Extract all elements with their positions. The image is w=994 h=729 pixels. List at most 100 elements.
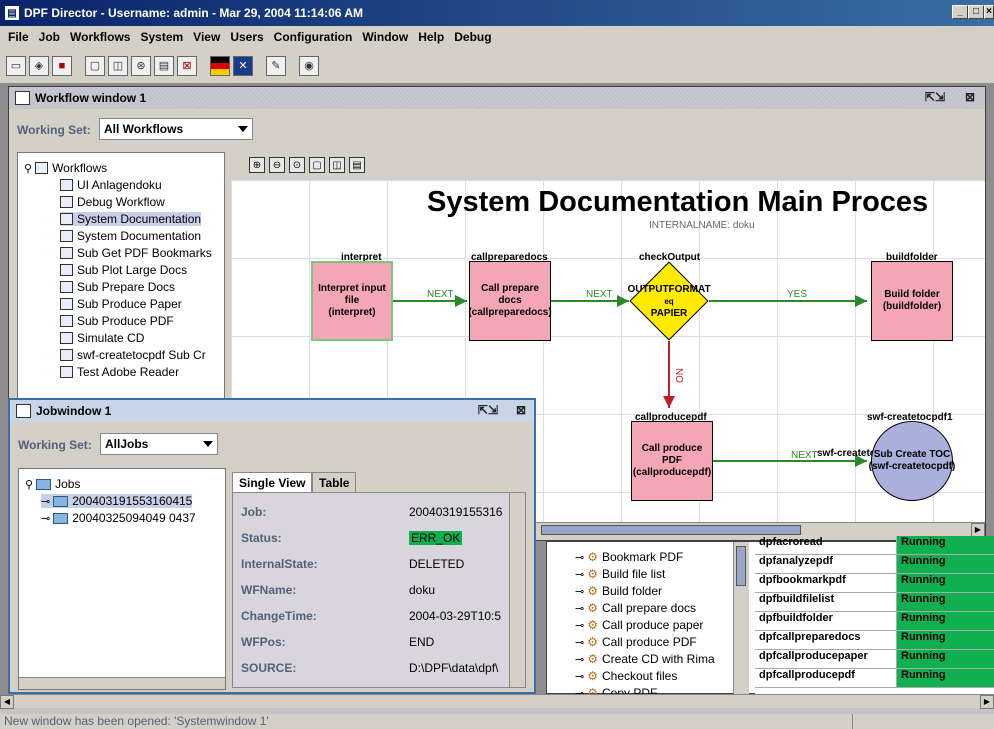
expand-key-icon[interactable]: ⚲ [25, 478, 33, 491]
service-row[interactable]: dpfcallpreparedocs Running [755, 631, 994, 650]
workflow-tree-item[interactable]: Sub Prepare Docs [60, 280, 175, 294]
zoom-out-icon[interactable]: ⊖ [269, 157, 285, 173]
menu-debug[interactable]: Debug [454, 30, 491, 44]
node-interpret[interactable]: Interpret input file (interpret) [311, 261, 393, 341]
tools-icon[interactable]: ✎ [266, 55, 286, 76]
node-key-icon[interactable]: ⊸ [575, 670, 584, 683]
uk-flag-icon[interactable]: ✕ [233, 55, 253, 76]
scroll-left-icon[interactable]: ◀ [0, 695, 14, 709]
workflow-tree-item[interactable]: System Documentation [60, 212, 202, 226]
job-close-icon[interactable]: ⊠ [516, 403, 526, 417]
menu-configuration[interactable]: Configuration [274, 30, 353, 44]
jobs-tree-hscroll[interactable] [19, 677, 225, 689]
open-icon[interactable]: ◈ [29, 55, 49, 76]
system-step-item[interactable]: ⊸ ⚙ Build folder [575, 584, 662, 598]
menu-users[interactable]: Users [230, 30, 263, 44]
workflow-tree-item[interactable]: Test Adobe Reader [60, 365, 179, 379]
node-callproducepdf[interactable]: Call produce PDF (callproducepdf) [631, 421, 713, 501]
window3-icon[interactable]: ⊛ [131, 55, 151, 76]
new-icon[interactable]: ▭ [6, 55, 26, 76]
german-flag-icon[interactable] [210, 55, 230, 76]
workflow-tree-item[interactable]: Sub Produce PDF [60, 314, 174, 328]
service-row[interactable]: dpfbookmarkpdf Running [755, 574, 994, 593]
layout-icon[interactable]: ◫ [329, 157, 345, 173]
save-icon[interactable]: ■ [52, 55, 72, 76]
job-working-set-combo[interactable]: AllJobs [100, 433, 218, 455]
system-step-item[interactable]: ⊸ ⚙ Create CD with Rima [575, 652, 715, 666]
service-row[interactable]: dpfcallproducepdf Running [755, 669, 994, 688]
steps-scrollbar[interactable] [733, 542, 749, 695]
iconify-icon[interactable]: ⇱⇲ [925, 90, 945, 104]
maximize-button[interactable]: □ [968, 5, 984, 19]
service-row[interactable]: dpfcallproducepaper Running [755, 650, 994, 669]
menu-view[interactable]: View [193, 30, 220, 44]
node-key-icon[interactable]: ⊸ [575, 585, 584, 598]
node-key-icon[interactable]: ⊸ [575, 636, 584, 649]
service-row[interactable]: dpfbuildfolder Running [755, 612, 994, 631]
job-item[interactable]: ⊸ 200403191553160415 [41, 494, 193, 508]
workflow-icon [60, 196, 73, 208]
menu-system[interactable]: System [140, 30, 183, 44]
workflow-tree-item[interactable]: Debug Workflow [60, 195, 165, 209]
menu-file[interactable]: File [8, 30, 29, 44]
zoom-in-icon[interactable]: ⊕ [249, 157, 265, 173]
close-icon[interactable]: ⊠ [965, 90, 975, 104]
tree-root-workflows[interactable]: ⚲ Workflows [24, 161, 107, 175]
fit-icon[interactable]: ▢ [309, 157, 325, 173]
service-row[interactable]: dpfanalyzepdf Running [755, 555, 994, 574]
workflow-tree-item[interactable]: swf-createtocpdf Sub Cr [60, 348, 206, 362]
job-iconify-icon[interactable]: ⇱⇲ [478, 403, 498, 417]
system-step-item[interactable]: ⊸ ⚙ Checkout files [575, 669, 677, 683]
export-icon[interactable]: ▤ [349, 157, 365, 173]
system-step-item[interactable]: ⊸ ⚙ Call produce paper [575, 618, 703, 632]
node-key-icon[interactable]: ⊸ [575, 568, 584, 581]
service-row[interactable]: dpfacroread Running [755, 536, 994, 555]
node-key-icon[interactable]: ⊸ [41, 512, 50, 525]
workflow-tree-item[interactable]: Sub Get PDF Bookmarks [60, 246, 212, 260]
menu-help[interactable]: Help [418, 30, 444, 44]
window4-icon[interactable]: ▤ [154, 55, 174, 76]
scroll-right-icon[interactable]: ▶ [971, 523, 985, 537]
workflow-tree-item[interactable]: UI Anlagendoku [60, 178, 162, 192]
job-window-title-bar[interactable]: Jobwindow 1 ⇱⇲ ⊠ [10, 400, 534, 422]
system-step-item[interactable]: ⊸ ⚙ Build file list [575, 567, 665, 581]
system-step-item[interactable]: ⊸ ⚙ Bookmark PDF [575, 550, 683, 564]
node-key-icon[interactable]: ⊸ [575, 653, 584, 666]
close-window-icon[interactable]: ⊠ [177, 55, 197, 76]
node-key-icon[interactable]: ⊸ [41, 495, 50, 508]
tab-single-view[interactable]: Single View [232, 472, 313, 492]
menu-job[interactable]: Job [39, 30, 60, 44]
node-callpreparedocs[interactable]: Call prepare docs (callpreparedocs) [468, 261, 552, 341]
workflow-tree-item[interactable]: Sub Plot Large Docs [60, 263, 187, 277]
close-button[interactable]: × [984, 5, 994, 19]
minimize-button[interactable]: _ [952, 5, 968, 19]
node-key-icon[interactable]: ⊸ [575, 602, 584, 615]
diagram-scroll-thumb[interactable] [541, 525, 801, 535]
job-item[interactable]: ⊸ 20040325094049 0437 [41, 511, 196, 525]
window2-icon[interactable]: ◫ [108, 55, 128, 76]
tab-table[interactable]: Table [312, 472, 357, 492]
menu-window[interactable]: Window [362, 30, 408, 44]
node-key-icon[interactable]: ⊸ [575, 619, 584, 632]
zoom-reset-icon[interactable]: ⊙ [289, 157, 305, 173]
eye-icon[interactable]: ◉ [299, 55, 319, 76]
workflow-window-title-bar[interactable]: Workflow window 1 ⇱⇲ ⊠ [9, 87, 985, 109]
steps-scroll-thumb[interactable] [736, 546, 746, 586]
node-buildfolder[interactable]: Build folder (buildfolder) [871, 261, 953, 341]
workflow-tree-item[interactable]: Sub Produce Paper [60, 297, 182, 311]
job-detail-scrollbar[interactable] [509, 493, 525, 687]
expand-key-icon[interactable]: ⚲ [24, 162, 32, 175]
system-step-item[interactable]: ⊸ ⚙ Call produce PDF [575, 635, 697, 649]
menu-workflows[interactable]: Workflows [70, 30, 130, 44]
window1-icon[interactable]: ▢ [85, 55, 105, 76]
desktop-horizontal-scrollbar[interactable]: ◀ ▶ [0, 694, 994, 709]
workflow-tree-item[interactable]: System Documentation [60, 229, 201, 243]
workflow-tree-item[interactable]: Simulate CD [60, 331, 144, 345]
service-row[interactable]: dpfbuildfilelist Running [755, 593, 994, 612]
node-swf-createtocpdf1[interactable]: Sub Create TOC (swf-createtocpdf) [869, 421, 955, 501]
tree-root-jobs[interactable]: ⚲ Jobs [25, 477, 80, 491]
node-key-icon[interactable]: ⊸ [575, 551, 584, 564]
system-step-item[interactable]: ⊸ ⚙ Call prepare docs [575, 601, 696, 615]
working-set-combo[interactable]: All Workflows [99, 118, 253, 140]
scroll-right-icon[interactable]: ▶ [980, 695, 994, 709]
